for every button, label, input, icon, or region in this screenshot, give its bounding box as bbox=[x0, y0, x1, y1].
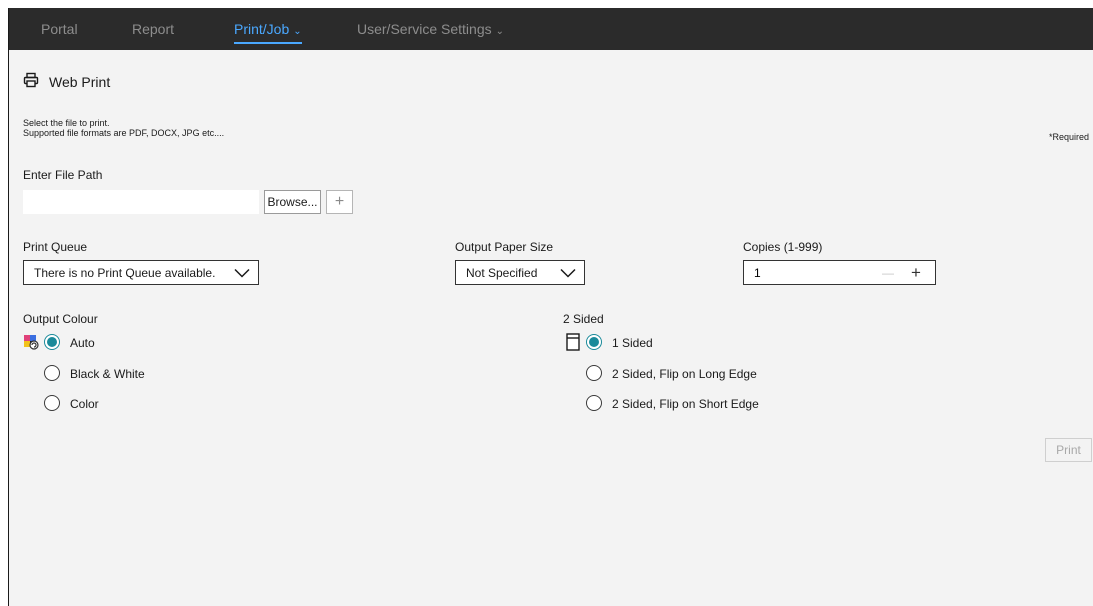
add-file-button-label: + bbox=[334, 193, 345, 210]
colour-auto-radio[interactable] bbox=[44, 334, 60, 350]
app-frame: Portal Report Print/Job ⌄ User/Service Se… bbox=[8, 8, 1093, 606]
page-icon bbox=[566, 333, 580, 351]
chevron-down-icon: ⌄ bbox=[495, 26, 504, 37]
chevron-down-icon bbox=[560, 268, 576, 278]
nav-print-job-label: Print/Job bbox=[234, 21, 290, 37]
nav-portal-label: Portal bbox=[41, 21, 78, 37]
nav-portal[interactable]: Portal bbox=[41, 8, 78, 50]
print-queue-select[interactable]: There is no Print Queue available. bbox=[23, 260, 259, 285]
page-title: Web Print bbox=[49, 74, 111, 90]
nav-user-service-settings-label: User/Service Settings bbox=[357, 21, 492, 37]
copies-increment-button[interactable]: + bbox=[902, 261, 930, 284]
short-edge-radio[interactable] bbox=[586, 395, 602, 411]
colour-bw-radio[interactable] bbox=[44, 365, 60, 381]
instruction-line-2: Supported file formats are PDF, DOCX, JP… bbox=[23, 128, 225, 138]
colour-mode-icon bbox=[23, 334, 39, 350]
printer-icon bbox=[23, 72, 43, 92]
file-path-label: Enter File Path bbox=[23, 168, 103, 182]
copies-decrement-button[interactable]: — bbox=[874, 261, 902, 284]
nav-report-label: Report bbox=[132, 21, 175, 37]
copies-input[interactable] bbox=[744, 261, 874, 284]
short-edge-label: 2 Sided, Flip on Short Edge bbox=[612, 397, 759, 411]
print-button-label: Print bbox=[1056, 443, 1081, 457]
paper-size-label: Output Paper Size bbox=[455, 240, 554, 254]
colour-color-radio[interactable] bbox=[44, 395, 60, 411]
nav-report[interactable]: Report bbox=[132, 8, 174, 50]
file-path-input[interactable] bbox=[23, 190, 259, 214]
paper-size-select[interactable]: Not Specified bbox=[455, 260, 585, 285]
chevron-down-icon bbox=[234, 268, 250, 278]
print-queue-selected: There is no Print Queue available. bbox=[34, 265, 216, 280]
print-queue-label: Print Queue bbox=[23, 240, 88, 254]
one-sided-label: 1 Sided bbox=[612, 336, 653, 350]
browse-button-label: Browse... bbox=[267, 195, 318, 209]
output-colour-label: Output Colour bbox=[23, 312, 98, 326]
required-note: *Required bbox=[1049, 132, 1090, 142]
one-sided-radio[interactable] bbox=[586, 334, 602, 350]
two-sided-label: 2 Sided bbox=[563, 312, 604, 326]
chevron-down-icon: ⌄ bbox=[293, 26, 302, 37]
colour-bw-label: Black & White bbox=[70, 367, 145, 381]
nav-print-job[interactable]: Print/Job ⌄ bbox=[234, 8, 302, 50]
print-button[interactable]: Print bbox=[1045, 438, 1092, 462]
plus-icon: + bbox=[911, 262, 921, 282]
nav-user-service-settings[interactable]: User/Service Settings ⌄ bbox=[357, 8, 504, 50]
add-file-button[interactable]: + bbox=[326, 190, 353, 214]
colour-color-label: Color bbox=[70, 397, 99, 411]
top-nav: Portal Report Print/Job ⌄ User/Service Se… bbox=[9, 8, 1093, 50]
copies-label: Copies (1-999) bbox=[743, 240, 823, 254]
browse-button[interactable]: Browse... bbox=[264, 190, 321, 214]
long-edge-radio[interactable] bbox=[586, 365, 602, 381]
colour-auto-label: Auto bbox=[70, 336, 95, 350]
paper-size-selected: Not Specified bbox=[466, 265, 538, 280]
copies-stepper: — + bbox=[743, 260, 936, 285]
minus-icon: — bbox=[882, 265, 894, 280]
long-edge-label: 2 Sided, Flip on Long Edge bbox=[612, 367, 757, 381]
